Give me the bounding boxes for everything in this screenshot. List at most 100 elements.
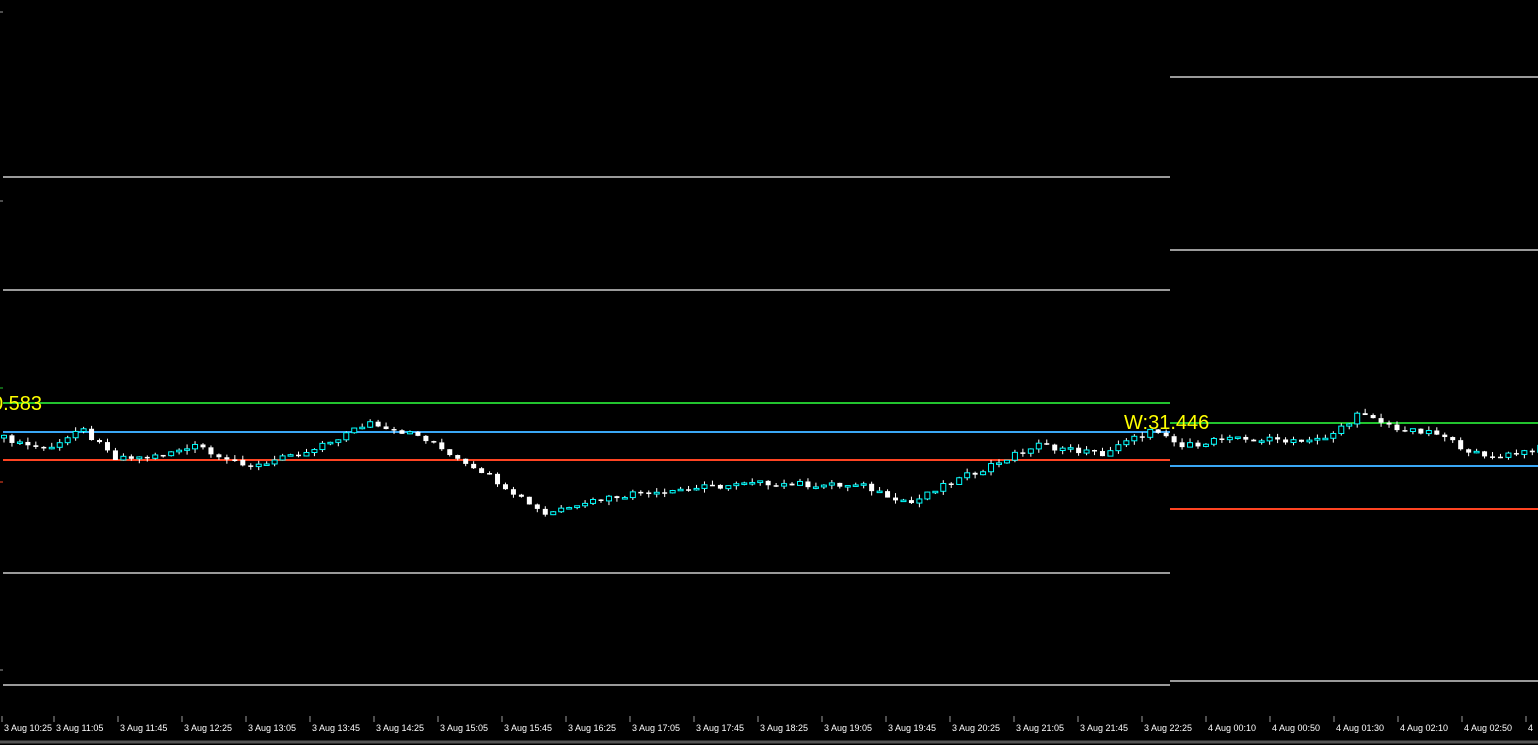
bearish-candle: [1513, 453, 1519, 455]
time-axis-label: 3 Aug 15:05: [440, 723, 488, 733]
bearish-candle: [1386, 422, 1392, 425]
bullish-candle: [406, 431, 413, 435]
bullish-candle: [1115, 444, 1122, 452]
bearish-candle: [885, 491, 891, 498]
bullish-candle: [828, 482, 835, 486]
bearish-candle: [1418, 428, 1424, 434]
bullish-candle: [367, 421, 374, 428]
time-axis-label: 3 Aug 15:45: [504, 723, 552, 733]
bullish-candle: [964, 472, 971, 479]
time-axis-label: 3 Aug 18:25: [760, 723, 808, 733]
bullish-candle: [940, 482, 947, 492]
bearish-candle: [9, 435, 15, 443]
bearish-candle: [1298, 439, 1304, 442]
bullish-candle: [80, 428, 87, 432]
time-axis-label: 4 Aug 00:10: [1208, 723, 1256, 733]
bearish-candle: [1020, 452, 1026, 454]
bearish-candle: [1195, 442, 1201, 447]
bearish-candle: [1434, 430, 1440, 435]
bearish-candle: [662, 492, 668, 494]
time-axis-label: 3 Aug 21:05: [1016, 723, 1064, 733]
time-axis-label: 3 Aug 17:45: [696, 723, 744, 733]
bullish-candle: [120, 455, 127, 461]
bearish-candle: [717, 484, 723, 489]
time-axis-label: 3 Aug 13:05: [248, 723, 296, 733]
bearish-candle: [638, 491, 644, 494]
bullish-candle: [271, 459, 278, 465]
bearish-candle: [1243, 436, 1249, 440]
bullish-candle: [1473, 450, 1480, 454]
time-axis-label: 3 Aug 11:05: [56, 723, 103, 733]
bullish-candle: [1409, 428, 1416, 433]
time-axis-label: 3 Aug 20:25: [952, 723, 1000, 733]
bullish-candle: [916, 498, 923, 504]
bearish-candle: [112, 450, 118, 460]
bearish-candle: [526, 496, 532, 505]
bearish-candle: [240, 459, 246, 466]
bearish-candle: [1099, 451, 1105, 457]
bullish-candle: [1266, 436, 1273, 442]
bearish-candle: [375, 421, 381, 427]
bearish-candle: [479, 468, 485, 474]
bullish-candle: [1187, 442, 1194, 448]
bearish-candle: [1402, 430, 1408, 432]
time-axis-label: 4 Aug 02:50: [1464, 723, 1512, 733]
bullish-candle: [1338, 425, 1345, 434]
time-axis-label: 3 Aug 21:45: [1080, 723, 1128, 733]
bearish-candle: [908, 500, 914, 504]
bullish-candle: [574, 505, 581, 509]
bearish-candle: [216, 454, 222, 458]
bullish-candle: [653, 491, 660, 495]
time-axis-label: 3 Aug 19:45: [888, 723, 936, 733]
bearish-candle: [1092, 450, 1098, 452]
bullish-candle: [1011, 451, 1018, 461]
time-axis-label: 3 Aug 17:05: [632, 723, 680, 733]
bearish-candle: [200, 444, 206, 448]
bullish-candle: [860, 483, 867, 486]
bearish-candle: [542, 508, 548, 515]
bullish-candle: [1, 434, 7, 439]
bullish-candle: [319, 442, 326, 451]
bullish-candle: [932, 490, 939, 494]
bearish-candle: [1442, 434, 1448, 438]
bearish-candle: [104, 442, 110, 451]
bearish-candle: [1251, 439, 1257, 442]
bearish-candle: [972, 472, 978, 475]
bearish-candle: [614, 496, 620, 499]
bearish-candle: [1044, 443, 1050, 445]
bearish-candle: [1076, 447, 1082, 454]
bullish-candle: [176, 449, 183, 453]
bearish-candle: [160, 454, 166, 457]
bearish-candle: [1497, 456, 1503, 459]
bearish-candle: [773, 485, 779, 487]
bearish-candle: [423, 435, 429, 442]
bearish-candle: [1139, 436, 1145, 438]
bullish-candle: [980, 471, 987, 476]
bearish-candle: [1394, 424, 1400, 431]
bullish-candle: [192, 443, 199, 450]
bearish-candle: [1275, 437, 1281, 440]
bullish-candle: [56, 442, 63, 448]
bearish-candle: [144, 456, 150, 459]
bearish-candle: [296, 454, 302, 457]
bullish-candle: [311, 449, 318, 454]
bullish-candle: [550, 511, 557, 516]
bearish-candle: [89, 428, 95, 441]
bearish-candle: [948, 483, 954, 485]
bearish-candle: [1450, 437, 1456, 441]
bearish-candle: [598, 499, 604, 502]
bearish-candle: [33, 445, 39, 447]
bearish-candle: [789, 483, 795, 486]
time-axis-label: 3 Aug 10:25: [4, 723, 52, 733]
bearish-candle: [518, 494, 524, 497]
bullish-candle: [1354, 412, 1361, 425]
bearish-candle: [1490, 456, 1496, 458]
bullish-candle: [781, 483, 788, 487]
bearish-candle: [471, 463, 477, 469]
bearish-candle: [248, 465, 254, 467]
bearish-candle: [869, 483, 875, 492]
bullish-candle: [844, 485, 851, 488]
bullish-candle: [1521, 450, 1528, 455]
bullish-candle: [1505, 452, 1512, 458]
bullish-candle: [1107, 450, 1114, 457]
